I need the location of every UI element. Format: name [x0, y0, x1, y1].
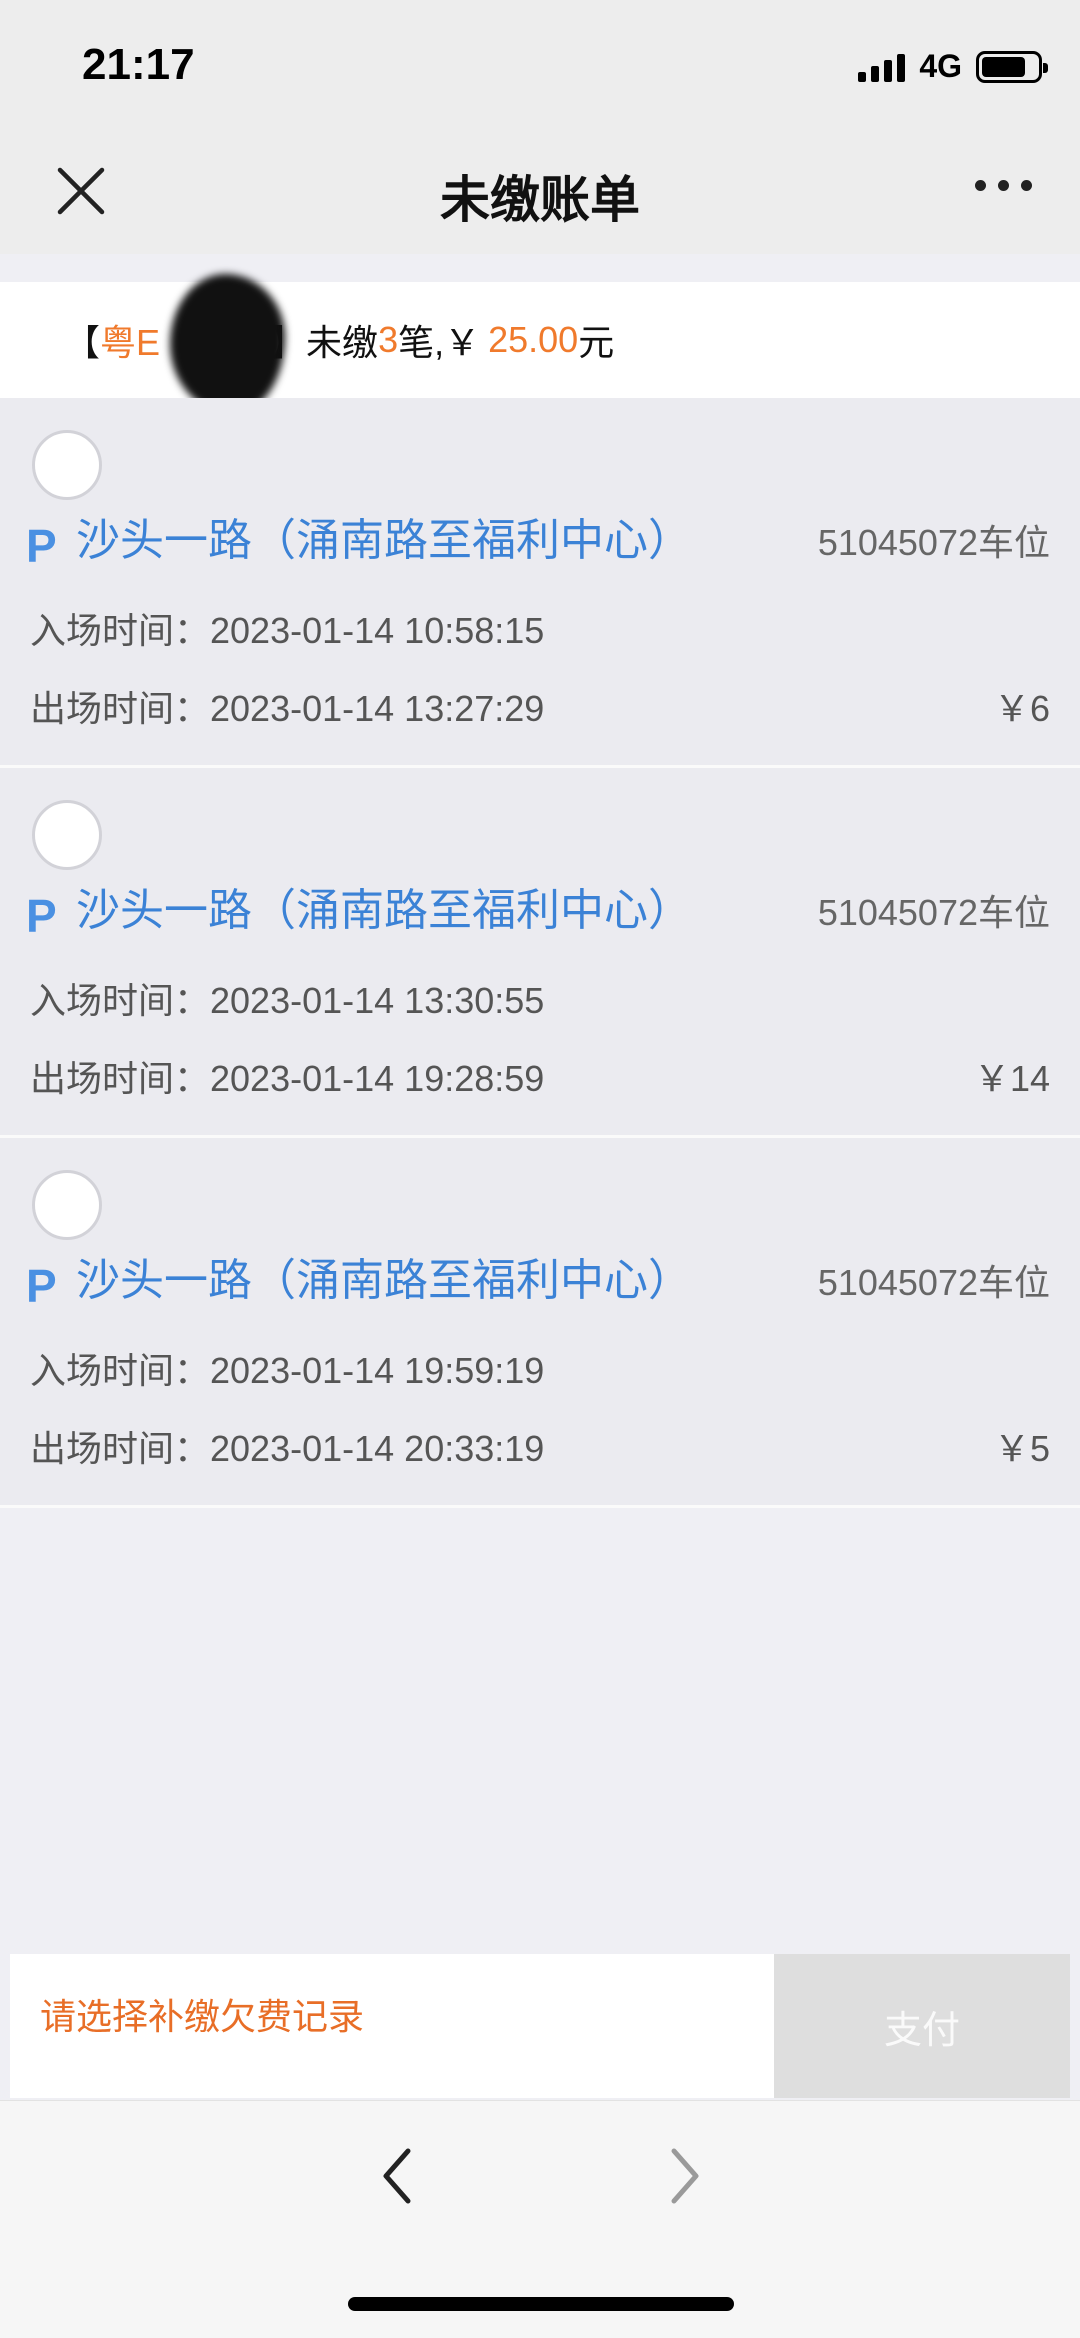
network-type: 4G: [919, 48, 962, 84]
summary-unit: 元: [578, 322, 615, 363]
exit-time: 2023-01-14 20:33:19: [210, 1428, 545, 1469]
select-radio[interactable]: [32, 1170, 102, 1240]
page-title: 未缴账单: [440, 172, 640, 228]
more-icon[interactable]: [975, 180, 1032, 191]
entry-label: 入场时间：: [30, 610, 211, 651]
entry-line: 入场时间：2023-01-14 10:58:15: [30, 602, 544, 654]
status-bar: 21:17 4G: [0, 0, 1080, 130]
record-spot: 51045072车位: [817, 522, 1050, 563]
exit-label: 出场时间：: [30, 688, 211, 729]
record-spot: 51045072车位: [817, 892, 1050, 933]
exit-line: 出场时间：2023-01-14 20:33:19: [30, 1420, 544, 1472]
select-radio[interactable]: [32, 800, 102, 870]
entry-time: 2023-01-14 10:58:15: [210, 610, 545, 651]
exit-line: 出场时间：2023-01-14 13:27:29: [30, 680, 544, 732]
record-price: ￥6: [993, 688, 1050, 729]
record-price: ￥5: [993, 1428, 1050, 1469]
summary-amount: 25.00: [488, 319, 579, 360]
exit-time: 2023-01-14 19:28:59: [210, 1058, 545, 1099]
signal-icon: [858, 52, 906, 82]
entry-time: 2023-01-14 13:30:55: [210, 980, 545, 1021]
status-indicators: 4G: [858, 48, 1048, 85]
parking-icon: P: [26, 1260, 57, 1312]
forward-chevron-icon[interactable]: [660, 2141, 710, 2211]
exit-label: 出场时间：: [30, 1428, 211, 1469]
pay-button[interactable]: 支付: [774, 1954, 1070, 2098]
status-time: 21:17: [82, 40, 195, 89]
record-spot: 51045072车位: [817, 1262, 1050, 1303]
battery-icon: [976, 50, 1048, 83]
select-hint: 请选择补缴欠费记录: [40, 1996, 365, 2037]
summary-unpaid-text: 未缴: [306, 322, 379, 363]
entry-line: 入场时间：2023-01-14 13:30:55: [30, 972, 544, 1024]
redaction-blot: [170, 274, 286, 414]
nav-bar: 未缴账单: [0, 130, 1080, 254]
entry-line: 入场时间：2023-01-14 19:59:19: [30, 1342, 544, 1394]
record-item[interactable]: P 沙头一路（涌南路至福利中心） 51045072车位 入场时间：2023-01…: [0, 398, 1080, 768]
summary-bills-text: 笔,￥: [398, 322, 481, 363]
select-radio[interactable]: [32, 430, 102, 500]
unpaid-summary: 【 粤E 】 未缴 3 笔,￥ 25.00 元: [0, 274, 1080, 414]
record-price: ￥14: [973, 1058, 1050, 1099]
parking-icon: P: [26, 890, 57, 942]
entry-time: 2023-01-14 19:59:19: [210, 1350, 545, 1391]
back-chevron-icon[interactable]: [372, 2141, 422, 2211]
parking-icon: P: [26, 520, 57, 572]
exit-line: 出场时间：2023-01-14 19:28:59: [30, 1050, 544, 1102]
record-item[interactable]: P 沙头一路（涌南路至福利中心） 51045072车位 入场时间：2023-01…: [0, 1138, 1080, 1508]
plate-number: 粤E: [100, 322, 161, 363]
record-location: 沙头一路（涌南路至福利中心）: [76, 886, 692, 935]
record-list: P 沙头一路（涌南路至福利中心） 51045072车位 入场时间：2023-01…: [0, 398, 1080, 1508]
exit-label: 出场时间：: [30, 1058, 211, 1099]
entry-label: 入场时间：: [30, 1350, 211, 1391]
record-location: 沙头一路（涌南路至福利中心）: [76, 1256, 692, 1305]
record-item[interactable]: P 沙头一路（涌南路至福利中心） 51045072车位 入场时间：2023-01…: [0, 768, 1080, 1138]
plate-wrap: 粤E: [100, 274, 286, 414]
exit-time: 2023-01-14 13:27:29: [210, 688, 545, 729]
summary-count: 3: [378, 319, 399, 360]
record-location: 沙头一路（涌南路至福利中心）: [76, 516, 692, 565]
entry-label: 入场时间：: [30, 980, 211, 1021]
payment-bar: 请选择补缴欠费记录 支付: [10, 1954, 1070, 2098]
summary-bracket-open: 【: [64, 322, 101, 363]
home-indicator[interactable]: [348, 2297, 734, 2311]
